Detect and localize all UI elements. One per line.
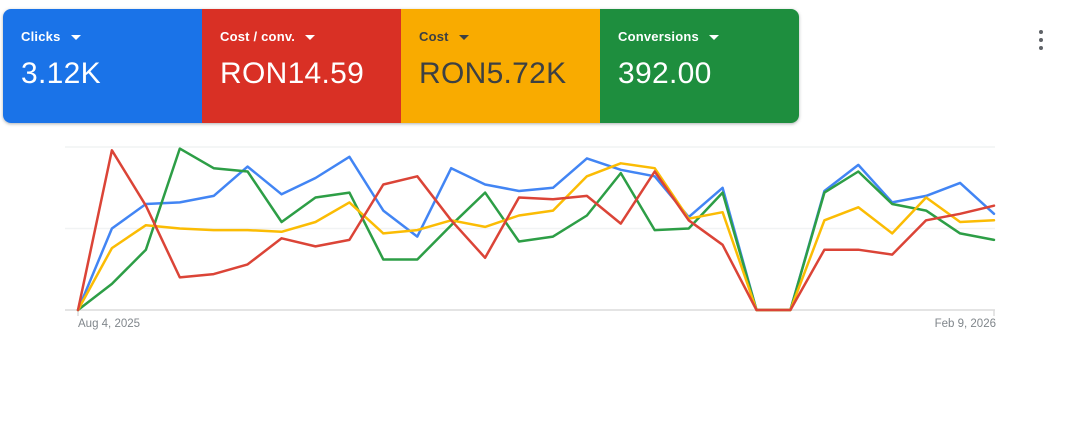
x-axis-end-date: Feb 9, 2026 [935, 318, 996, 330]
x-axis-start-date: Aug 4, 2025 [78, 318, 140, 330]
performance-chart: Aug 4, 2025 Feb 9, 2026 [0, 140, 1073, 345]
performance-chart-svg [0, 140, 1073, 345]
metric-scorecards: Clicks 3.12K Cost / conv. RON14.59 Cost … [3, 9, 799, 123]
scorecard-conversions[interactable]: Conversions 392.00 [600, 9, 799, 123]
kebab-menu-icon [1039, 46, 1043, 50]
scorecard-cost[interactable]: Cost RON5.72K [401, 9, 600, 123]
scorecard-label: Cost / conv. [220, 29, 295, 44]
kebab-menu-icon [1039, 38, 1043, 42]
series-line-clicks [78, 157, 994, 310]
scorecard-value: RON14.59 [220, 57, 387, 91]
scorecard-value: 3.12K [21, 57, 188, 91]
more-options-button[interactable] [1030, 22, 1052, 58]
scorecard-label: Conversions [618, 29, 699, 44]
series-line-cost [78, 163, 994, 310]
scorecard-cost-per-conv[interactable]: Cost / conv. RON14.59 [202, 9, 401, 123]
chevron-down-icon[interactable] [459, 35, 469, 40]
kebab-menu-icon [1039, 30, 1043, 34]
chevron-down-icon[interactable] [71, 35, 81, 40]
ads-overview-panel: Clicks 3.12K Cost / conv. RON14.59 Cost … [0, 0, 1073, 445]
scorecard-value: RON5.72K [419, 57, 586, 91]
scorecard-value: 392.00 [618, 57, 785, 91]
chevron-down-icon[interactable] [305, 35, 315, 40]
scorecard-label: Clicks [21, 29, 61, 44]
scorecard-label: Cost [419, 29, 449, 44]
scorecard-clicks[interactable]: Clicks 3.12K [3, 9, 202, 123]
chevron-down-icon[interactable] [709, 35, 719, 40]
